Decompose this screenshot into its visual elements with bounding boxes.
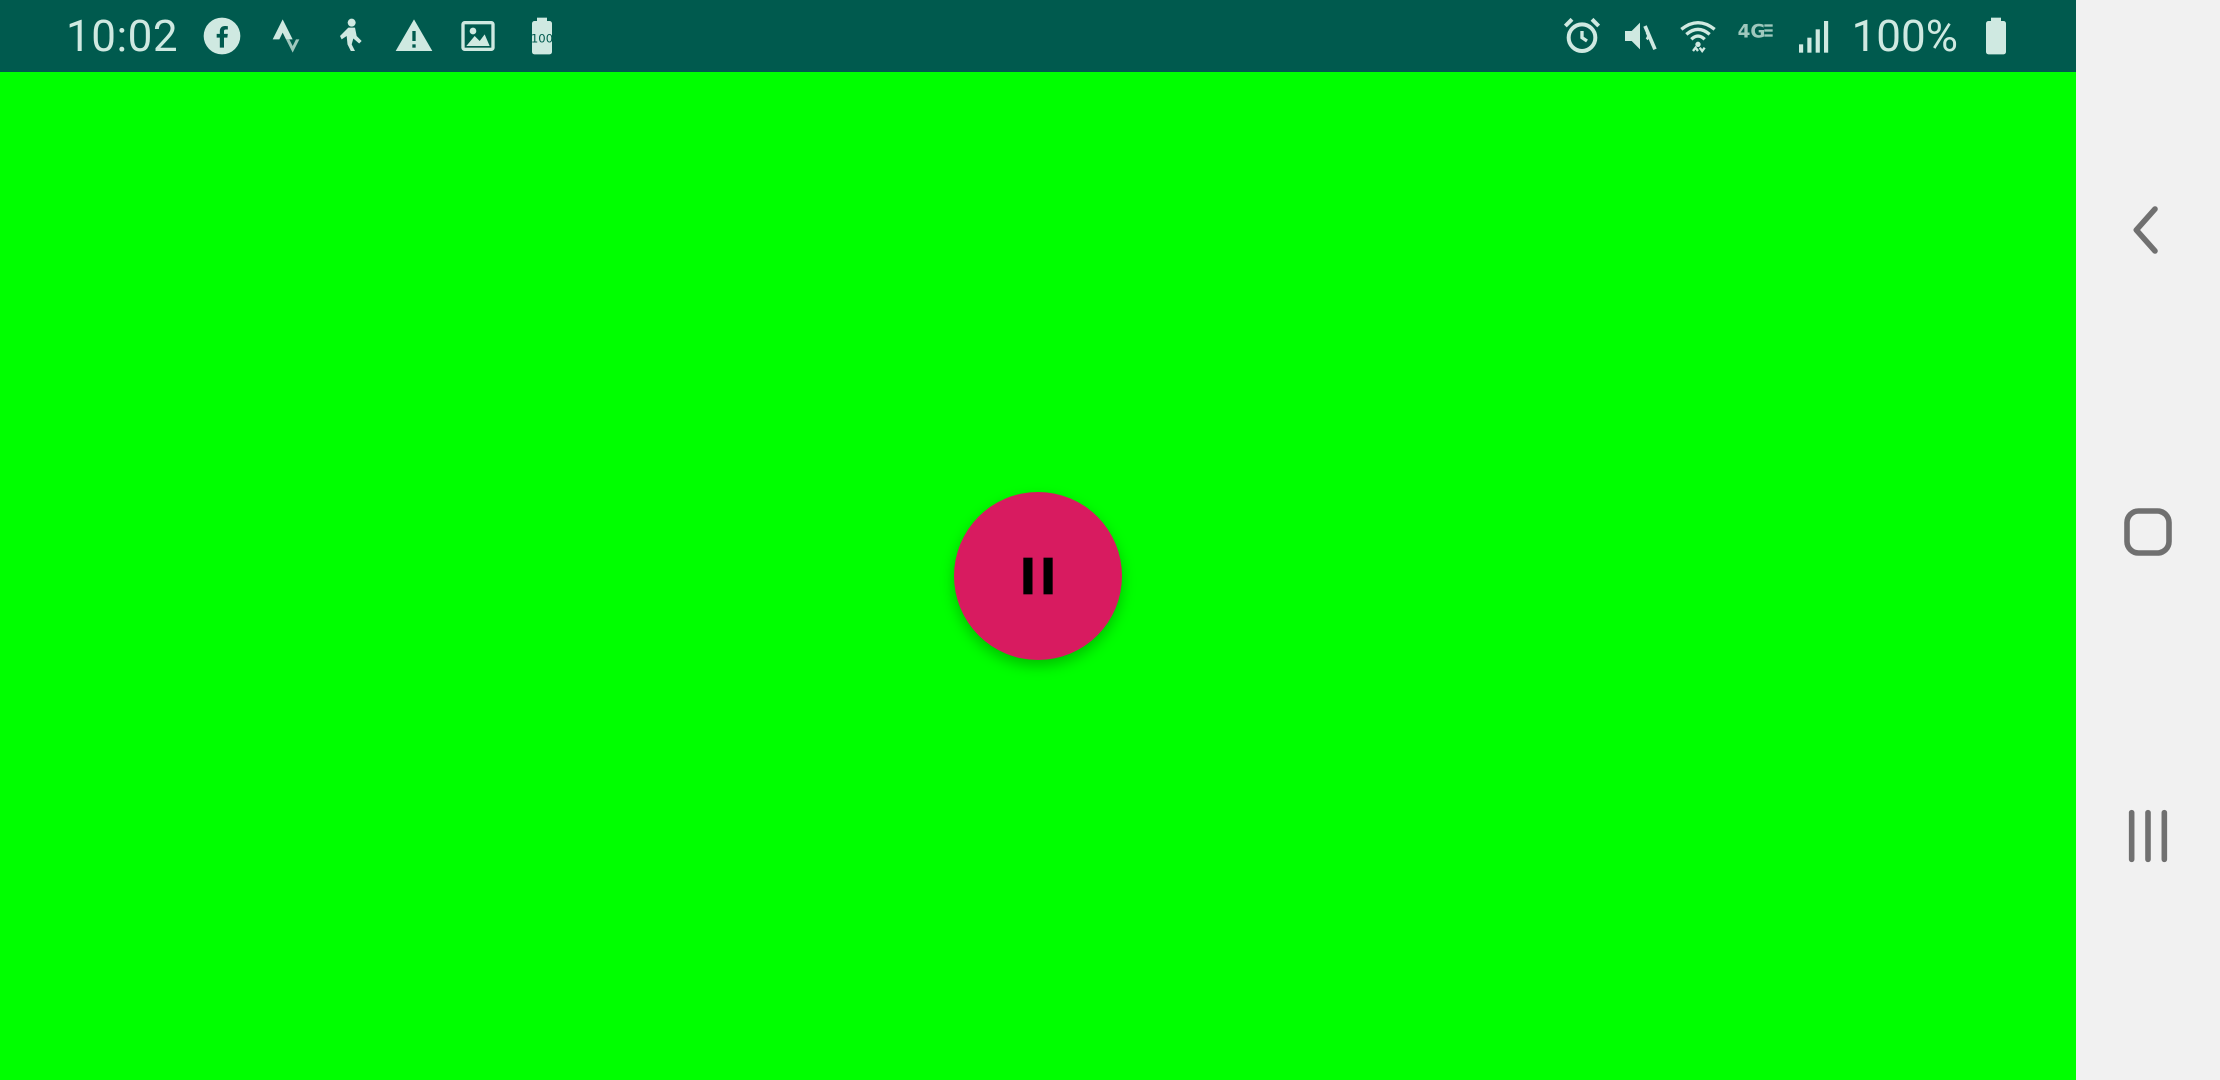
nav-back-button[interactable] xyxy=(2076,172,2220,292)
4g-icon: 4G xyxy=(1736,16,1776,56)
status-left-group: 10:02 100 xyxy=(66,0,562,72)
back-icon xyxy=(2120,202,2176,262)
nav-home-button[interactable] xyxy=(2076,474,2220,594)
figure-icon xyxy=(330,16,370,56)
wifi-icon xyxy=(1678,16,1718,56)
svg-text:4G: 4G xyxy=(1737,22,1765,43)
nav-recents-button[interactable] xyxy=(2076,778,2220,898)
navigation-bar xyxy=(2076,0,2220,1080)
pause-button[interactable] xyxy=(954,492,1122,660)
signal-icon xyxy=(1794,16,1834,56)
strava-icon xyxy=(266,16,306,56)
home-icon xyxy=(2120,504,2176,564)
status-right-group: 4G 100% xyxy=(1562,0,2016,72)
status-bar: 10:02 100 4G 100% xyxy=(0,0,2076,72)
svg-text:100: 100 xyxy=(531,32,553,46)
pause-icon xyxy=(1016,554,1060,598)
status-time: 10:02 xyxy=(66,10,179,62)
battery-percent: 100% xyxy=(1851,10,1958,62)
image-icon xyxy=(458,16,498,56)
muted-icon xyxy=(1620,16,1660,56)
facebook-icon xyxy=(202,16,242,56)
battery-100-icon: 100 xyxy=(522,16,562,56)
recents-icon xyxy=(2120,808,2176,868)
warning-icon xyxy=(394,16,434,56)
battery-full-icon xyxy=(1976,16,2016,56)
alarm-icon xyxy=(1562,16,1602,56)
